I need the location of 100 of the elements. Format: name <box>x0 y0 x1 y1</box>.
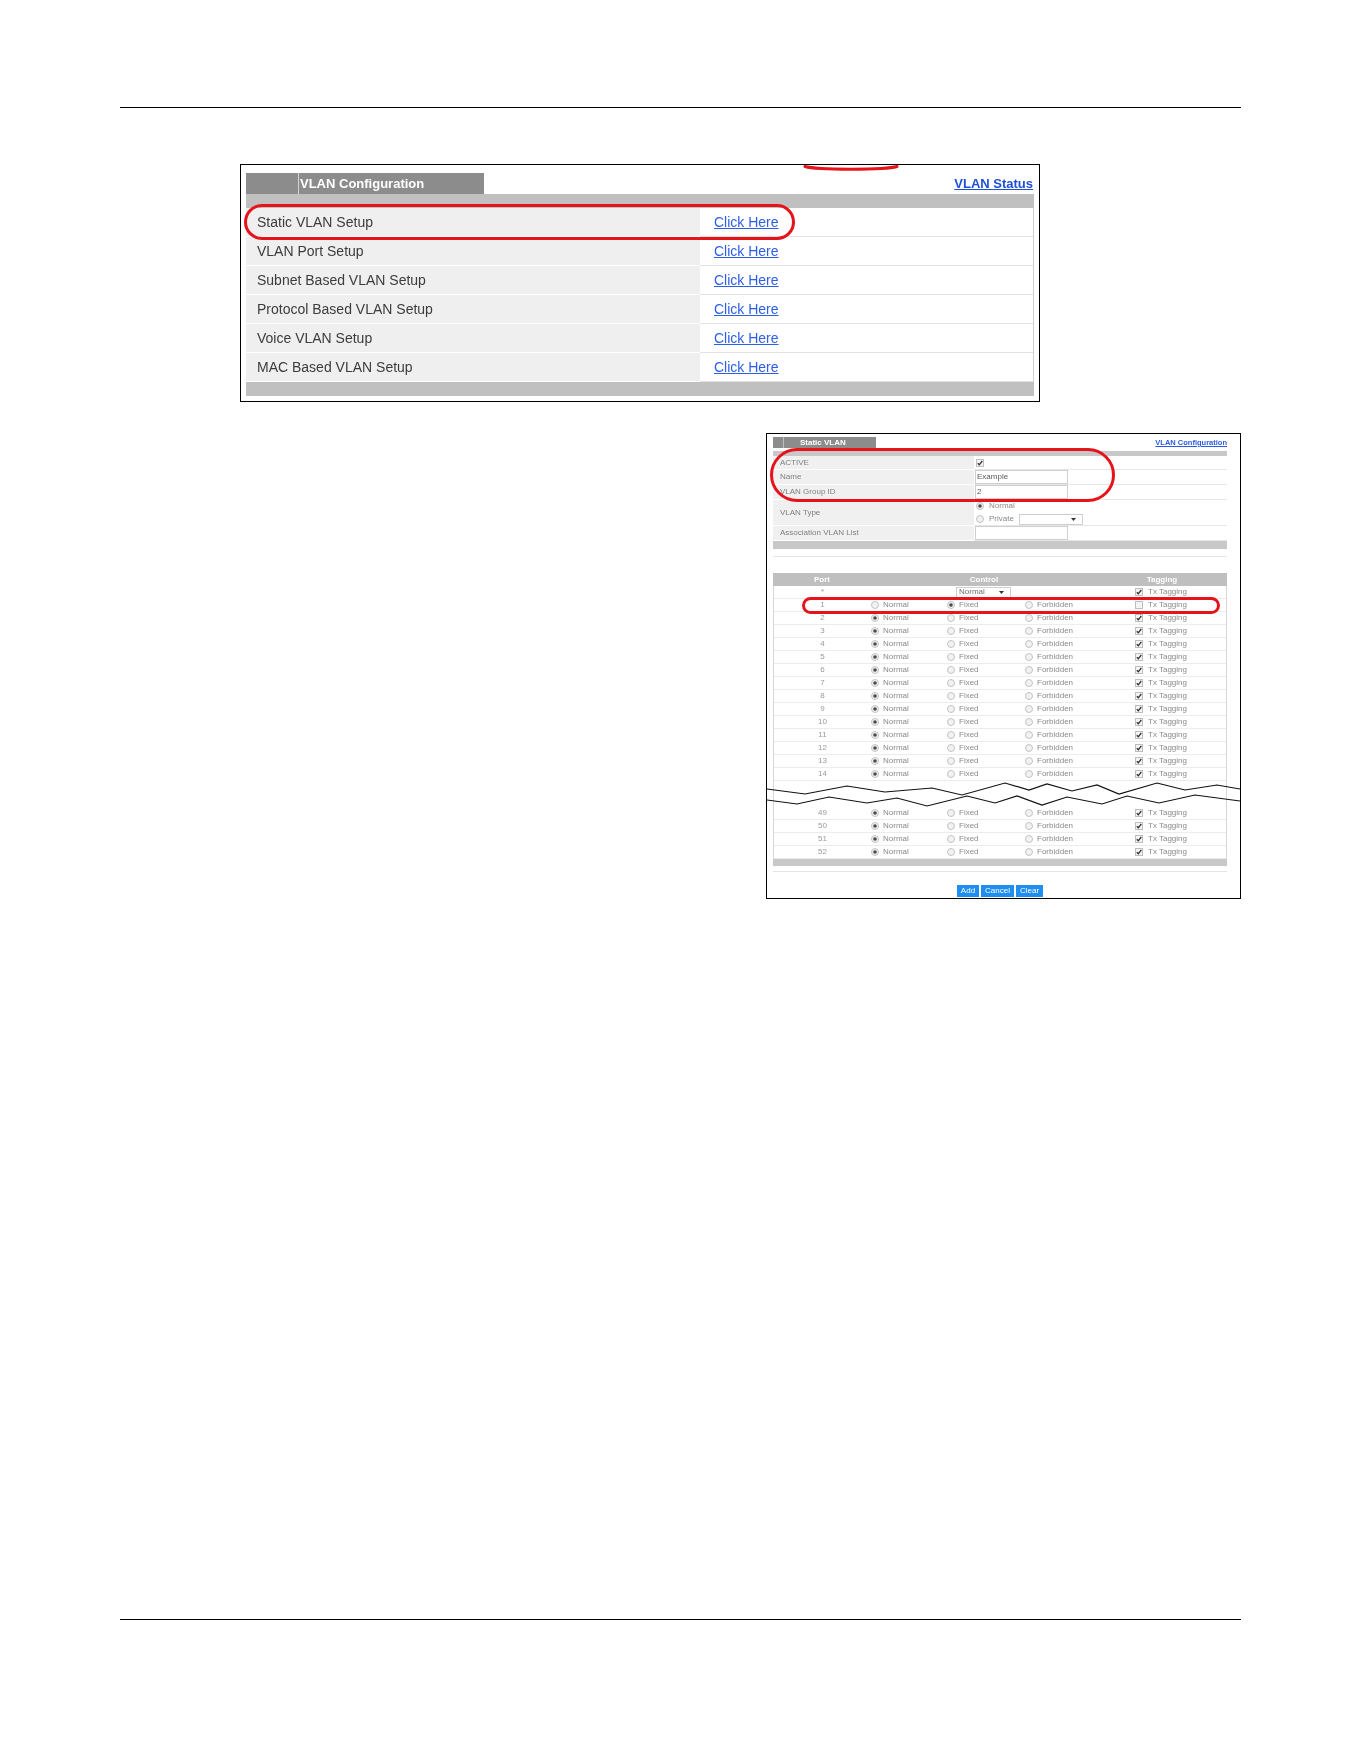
radio-option[interactable]: Fixed <box>947 640 979 648</box>
radio-icon[interactable] <box>871 705 879 713</box>
radio-icon[interactable] <box>947 705 955 713</box>
radio-icon[interactable] <box>1025 731 1033 739</box>
checkbox-option[interactable]: Tx Tagging <box>1135 744 1187 752</box>
radio-icon[interactable] <box>1025 744 1033 752</box>
radio-icon[interactable] <box>871 666 879 674</box>
radio-option[interactable]: Normal <box>871 848 909 856</box>
radio-option[interactable]: Forbidden <box>1025 731 1074 739</box>
checkbox-icon[interactable] <box>1135 809 1143 817</box>
radio-option[interactable]: Forbidden <box>1025 653 1074 661</box>
radio-option[interactable]: Fixed <box>947 809 979 817</box>
radio-icon[interactable] <box>947 601 955 609</box>
radio-icon[interactable] <box>871 809 879 817</box>
setup-link[interactable]: Click Here <box>714 331 779 345</box>
checkbox-icon[interactable] <box>1135 614 1143 622</box>
radio-icon[interactable] <box>871 848 879 856</box>
checkbox-option[interactable]: Tx Tagging <box>1135 718 1187 726</box>
radio-icon[interactable] <box>947 744 955 752</box>
radio-option[interactable]: Normal <box>871 627 909 635</box>
radio-option[interactable]: Fixed <box>947 666 979 674</box>
checkbox-icon[interactable] <box>1135 848 1143 856</box>
header-link[interactable]: VLAN Status <box>954 177 1033 190</box>
radio-option[interactable]: Normal <box>871 614 909 622</box>
radio-icon[interactable] <box>871 731 879 739</box>
radio-option[interactable]: Fixed <box>947 614 979 622</box>
checkbox-option[interactable]: Tx Tagging <box>1135 588 1187 596</box>
radio-icon[interactable] <box>947 679 955 687</box>
radio-option[interactable]: Normal <box>871 744 909 752</box>
checkbox-icon[interactable] <box>1135 588 1143 596</box>
radio-icon[interactable] <box>871 692 879 700</box>
checkbox-option[interactable]: Tx Tagging <box>1135 705 1187 713</box>
radio-option[interactable]: Forbidden <box>1025 822 1074 830</box>
form-button[interactable]: Cancel <box>981 885 1014 897</box>
dropdown[interactable] <box>1018 513 1083 525</box>
radio-icon[interactable] <box>871 614 879 622</box>
radio-icon[interactable] <box>871 757 879 765</box>
radio-icon[interactable] <box>871 770 879 778</box>
radio-icon[interactable] <box>1025 640 1033 648</box>
checkbox-icon[interactable] <box>1135 601 1143 609</box>
radio-icon[interactable] <box>1025 705 1033 713</box>
radio-icon[interactable] <box>947 770 955 778</box>
setup-link[interactable]: Click Here <box>714 302 779 316</box>
radio-option[interactable]: Forbidden <box>1025 770 1074 778</box>
checkbox-icon[interactable] <box>1135 822 1143 830</box>
radio-option[interactable]: Normal <box>871 679 909 687</box>
radio-icon[interactable] <box>871 640 879 648</box>
checkbox-option[interactable]: Tx Tagging <box>1135 822 1187 830</box>
radio-option[interactable]: Fixed <box>947 757 979 765</box>
radio-option[interactable]: Normal <box>871 640 909 648</box>
radio-option[interactable]: Normal <box>871 835 909 843</box>
radio-icon[interactable] <box>1025 679 1033 687</box>
radio-icon[interactable] <box>1025 770 1033 778</box>
checkbox-option[interactable]: Tx Tagging <box>1135 731 1187 739</box>
radio-icon[interactable] <box>947 848 955 856</box>
setup-link[interactable]: Click Here <box>714 273 779 287</box>
checkbox-option[interactable]: Tx Tagging <box>1135 653 1187 661</box>
checkbox-option[interactable]: Tx Tagging <box>1135 627 1187 635</box>
radio-icon[interactable] <box>1025 718 1033 726</box>
checkbox-option[interactable]: Tx Tagging <box>1135 692 1187 700</box>
radio-option[interactable]: Normal <box>871 666 909 674</box>
text-field[interactable] <box>975 526 1068 540</box>
radio-option[interactable]: Normal <box>871 692 909 700</box>
checkbox-icon[interactable] <box>1135 653 1143 661</box>
radio-option[interactable]: Fixed <box>947 744 979 752</box>
radio-icon[interactable] <box>947 653 955 661</box>
radio-option[interactable]: Fixed <box>947 601 979 609</box>
dropdown[interactable]: Normal <box>956 586 1011 598</box>
radio-icon[interactable] <box>947 640 955 648</box>
radio-option[interactable]: Normal <box>871 770 909 778</box>
radio-icon[interactable] <box>947 666 955 674</box>
radio-icon[interactable] <box>947 835 955 843</box>
checkbox-option[interactable]: Tx Tagging <box>1135 666 1187 674</box>
radio-icon[interactable] <box>976 502 984 510</box>
radio-option[interactable]: Forbidden <box>1025 627 1074 635</box>
radio-option[interactable]: Normal <box>871 822 909 830</box>
setup-link[interactable]: Click Here <box>714 244 779 258</box>
radio-icon[interactable] <box>947 614 955 622</box>
radio-option[interactable]: Fixed <box>947 705 979 713</box>
checkbox-option[interactable]: Tx Tagging <box>1135 640 1187 648</box>
radio-option[interactable]: Forbidden <box>1025 601 1074 609</box>
radio-icon[interactable] <box>947 731 955 739</box>
radio-icon[interactable] <box>1025 848 1033 856</box>
radio-icon[interactable] <box>1025 627 1033 635</box>
checkbox[interactable] <box>976 458 984 467</box>
checkbox-icon[interactable] <box>1135 718 1143 726</box>
checkbox-option[interactable]: Tx Tagging <box>1135 757 1187 765</box>
radio-icon[interactable] <box>1025 809 1033 817</box>
radio-option[interactable]: Normal <box>871 705 909 713</box>
radio-option[interactable]: Forbidden <box>1025 692 1074 700</box>
checkbox-option[interactable]: Tx Tagging <box>1135 835 1187 843</box>
radio-option[interactable]: Forbidden <box>1025 679 1074 687</box>
radio-icon[interactable] <box>1025 614 1033 622</box>
radio-option[interactable]: Forbidden <box>1025 848 1074 856</box>
checkbox-icon[interactable] <box>1135 640 1143 648</box>
checkbox-option[interactable]: Tx Tagging <box>1135 679 1187 687</box>
radio-option[interactable]: Fixed <box>947 848 979 856</box>
radio-icon[interactable] <box>947 627 955 635</box>
radio-option[interactable]: Forbidden <box>1025 809 1074 817</box>
radio-option[interactable]: Normal <box>871 757 909 765</box>
